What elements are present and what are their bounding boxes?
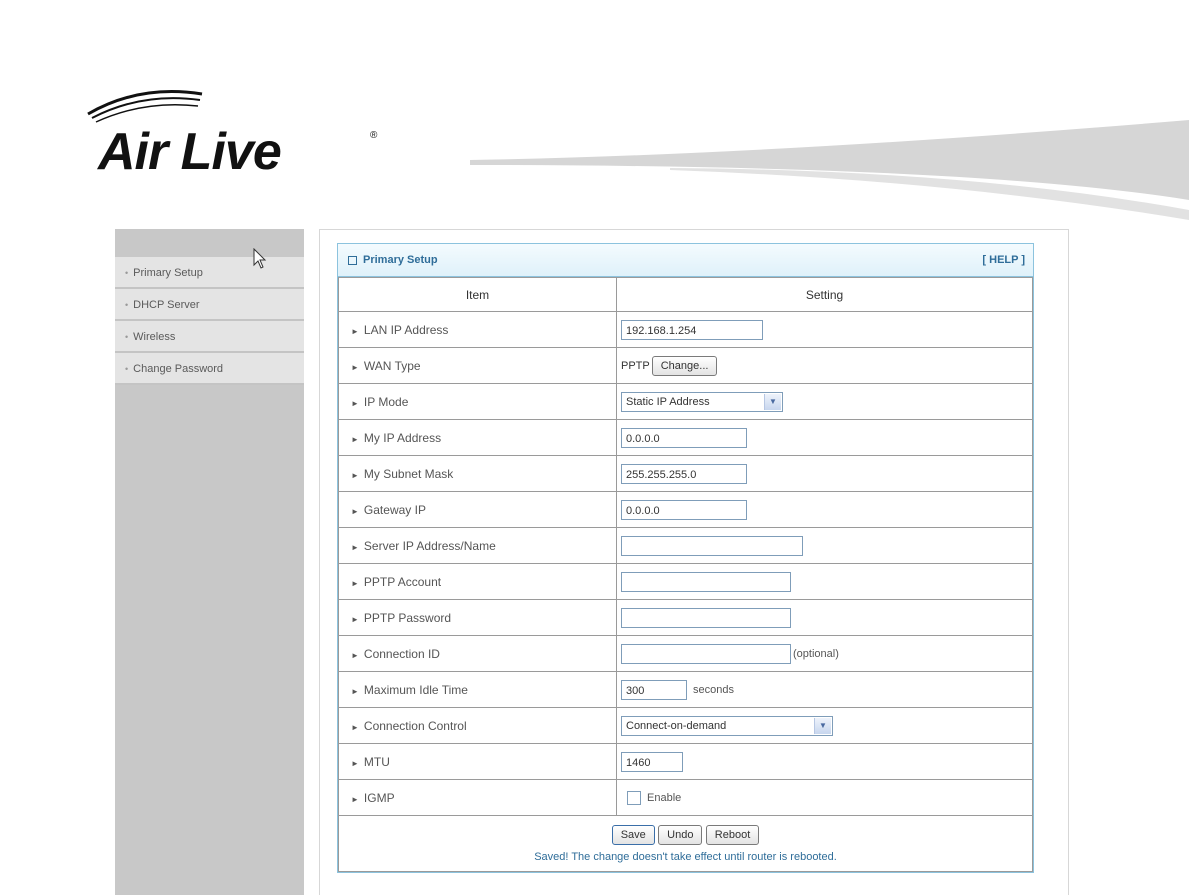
gateway-ip-input[interactable]: 0.0.0.0: [621, 499, 747, 520]
igmp-enable-label: Enable: [647, 791, 682, 804]
pptp-password-input[interactable]: [621, 607, 791, 628]
table-row: ► Connection ID (optional): [338, 635, 1033, 672]
row-arrow-icon: ►: [351, 794, 359, 804]
bullet-icon: •: [125, 364, 129, 374]
sidebar-nav: • Primary Setup • DHCP Server • Wireless • C…: [115, 229, 304, 895]
row-label-my-ip: My IP Address: [363, 430, 442, 445]
row-label-pptp-password: PPTP Password: [363, 610, 452, 625]
row-arrow-icon: ►: [351, 722, 359, 732]
chevron-down-icon: ▼: [814, 717, 831, 734]
airlive-logo: Air Live ®: [80, 84, 380, 184]
undo-button[interactable]: Undo: [658, 824, 703, 845]
row-label-gateway-ip: Gateway IP: [363, 502, 426, 517]
row-arrow-icon: ►: [351, 398, 359, 408]
table-row: ► MTU 1460: [338, 743, 1033, 780]
server-ip-input[interactable]: [621, 535, 803, 556]
row-arrow-icon: ►: [351, 326, 359, 336]
row-label-lan-ip: LAN IP Address: [363, 322, 449, 337]
row-label-server-ip: Server IP Address/Name: [363, 538, 496, 553]
connection-id-input[interactable]: [621, 643, 791, 664]
row-label-igmp: IGMP: [363, 790, 395, 805]
mtu-input[interactable]: 1460: [621, 751, 683, 772]
registered-mark: ®: [370, 130, 378, 141]
row-arrow-icon: ►: [351, 470, 359, 480]
primary-setup-panel: Primary Setup [ HELP ] Item Setting ► LAN…: [337, 243, 1034, 873]
column-header-item: Item: [338, 277, 617, 312]
row-arrow-icon: ►: [351, 362, 359, 372]
save-button[interactable]: Save: [611, 824, 655, 845]
row-arrow-icon: ►: [351, 506, 359, 516]
table-row: ► Connection Control Connect-on-demand ▼: [338, 707, 1033, 744]
table-row: ► WAN Type PPTP Change...: [338, 347, 1033, 384]
ip-mode-select[interactable]: Static IP Address ▼: [621, 391, 783, 412]
sidebar-item-change-password[interactable]: • Change Password: [115, 353, 304, 385]
row-label-mtu: MTU: [363, 754, 390, 769]
sidebar-item-label: Change Password: [133, 363, 224, 375]
logo-swoosh-icon: [87, 90, 203, 123]
connection-control-select[interactable]: Connect-on-demand ▼: [621, 715, 833, 736]
wan-type-value: PPTP: [621, 359, 650, 372]
row-label-connection-control: Connection Control: [363, 718, 467, 733]
row-arrow-icon: ►: [351, 578, 359, 588]
row-arrow-icon: ►: [351, 434, 359, 444]
idle-time-unit: seconds: [693, 683, 734, 696]
table-row: ► LAN IP Address 192.168.1.254: [338, 311, 1033, 348]
table-row: ► My IP Address 0.0.0.0: [338, 419, 1033, 456]
row-label-idle-time: Maximum Idle Time: [363, 682, 468, 697]
sidebar-item-label: Primary Setup: [133, 267, 203, 279]
table-row: ► PPTP Account: [338, 563, 1033, 600]
table-row: ► Maximum Idle Time 300 seconds: [338, 671, 1033, 708]
row-arrow-icon: ►: [351, 542, 359, 552]
row-arrow-icon: ►: [351, 614, 359, 624]
bullet-icon: •: [125, 268, 129, 278]
actions-row: Save Undo Reboot Saved! The change doesn…: [338, 815, 1033, 872]
optional-note: (optional): [793, 647, 839, 660]
row-arrow-icon: ►: [351, 650, 359, 660]
chevron-down-icon: ▼: [764, 393, 781, 410]
sidebar-item-label: DHCP Server: [133, 299, 200, 311]
table-row: ► Gateway IP 0.0.0.0: [338, 491, 1033, 528]
row-label-connection-id: Connection ID: [363, 646, 440, 661]
row-label-pptp-account: PPTP Account: [363, 574, 442, 589]
idle-time-input[interactable]: 300: [621, 679, 687, 700]
panel-title: Primary Setup: [348, 254, 438, 266]
sidebar-item-primary-setup[interactable]: • Primary Setup: [115, 257, 304, 289]
table-row: ► IGMP Enable: [338, 779, 1033, 816]
column-header-setting: Setting: [616, 277, 1033, 312]
row-label-wan-type: WAN Type: [363, 358, 421, 373]
panel-square-icon: [348, 255, 357, 265]
save-status-message: Saved! The change doesn't take effect un…: [534, 850, 837, 863]
header-banner-swoosh: [470, 120, 1189, 220]
table-row: ► My Subnet Mask 255.255.255.0: [338, 455, 1033, 492]
sidebar-item-dhcp-server[interactable]: • DHCP Server: [115, 289, 304, 321]
pptp-account-input[interactable]: [621, 571, 791, 592]
row-label-subnet-mask: My Subnet Mask: [363, 466, 454, 481]
mouse-cursor-icon: [253, 248, 267, 269]
lan-ip-input[interactable]: 192.168.1.254: [621, 319, 763, 340]
table-row: ► PPTP Password: [338, 599, 1033, 636]
sidebar-item-label: Wireless: [133, 331, 176, 343]
igmp-enable-checkbox[interactable]: [627, 790, 641, 805]
subnet-mask-input[interactable]: 255.255.255.0: [621, 463, 747, 484]
help-link[interactable]: [ HELP ]: [982, 254, 1025, 266]
row-arrow-icon: ►: [351, 758, 359, 768]
sidebar-item-wireless[interactable]: • Wireless: [115, 321, 304, 353]
row-label-ip-mode: IP Mode: [363, 394, 409, 409]
my-ip-input[interactable]: 0.0.0.0: [621, 427, 747, 448]
panel-header: Primary Setup [ HELP ]: [338, 244, 1033, 277]
row-arrow-icon: ►: [351, 686, 359, 696]
settings-table: Item Setting ► LAN IP Address 192.168.1.2…: [338, 277, 1033, 872]
bullet-icon: •: [125, 332, 129, 342]
reboot-button[interactable]: Reboot: [705, 824, 760, 845]
change-wan-type-button[interactable]: Change...: [651, 355, 718, 376]
bullet-icon: •: [125, 300, 129, 310]
table-row: ► IP Mode Static IP Address ▼: [338, 383, 1033, 420]
brand-name: Air Live: [98, 123, 282, 181]
table-row: ► Server IP Address/Name: [338, 527, 1033, 564]
